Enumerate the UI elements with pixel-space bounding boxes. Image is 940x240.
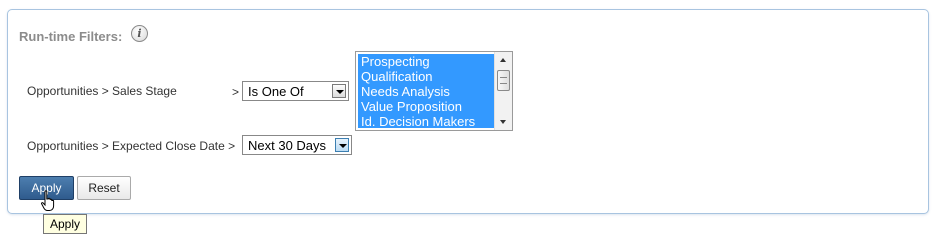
scroll-thumb[interactable] [497, 70, 510, 91]
date-range-value: Next 30 Days [248, 138, 327, 153]
apply-tooltip: Apply [43, 214, 88, 234]
scroll-up-icon[interactable] [495, 53, 512, 67]
list-option[interactable]: Needs Analysis [358, 84, 495, 99]
info-icon[interactable]: i [131, 25, 148, 42]
chevron-down-icon[interactable] [332, 84, 346, 98]
sales-stage-values-listbox[interactable]: Prospecting Qualification Needs Analysis… [355, 51, 513, 131]
list-option[interactable]: Qualification [358, 69, 495, 84]
operator-value: Is One Of [248, 84, 304, 99]
sales-stage-separator: > [232, 85, 240, 99]
scroll-down-icon[interactable] [495, 115, 512, 129]
hand-cursor-icon [40, 190, 55, 211]
selected-options: Prospecting Qualification Needs Analysis… [358, 54, 495, 129]
listbox-scrollbar[interactable] [494, 52, 512, 130]
expected-close-date-select[interactable]: Next 30 Days [242, 135, 352, 155]
panel-title: Run-time Filters: [19, 29, 123, 44]
chevron-down-icon[interactable] [335, 138, 349, 152]
list-option[interactable]: Id. Decision Makers [358, 114, 495, 129]
sales-stage-operator-select[interactable]: Is One Of [242, 81, 349, 101]
reset-button[interactable]: Reset [77, 176, 131, 200]
sales-stage-label: Opportunities > Sales Stage [27, 84, 177, 98]
list-option[interactable]: Prospecting [358, 54, 495, 69]
expected-close-date-label: Opportunities > Expected Close Date > [27, 139, 236, 153]
list-option[interactable]: Value Proposition [358, 99, 495, 114]
